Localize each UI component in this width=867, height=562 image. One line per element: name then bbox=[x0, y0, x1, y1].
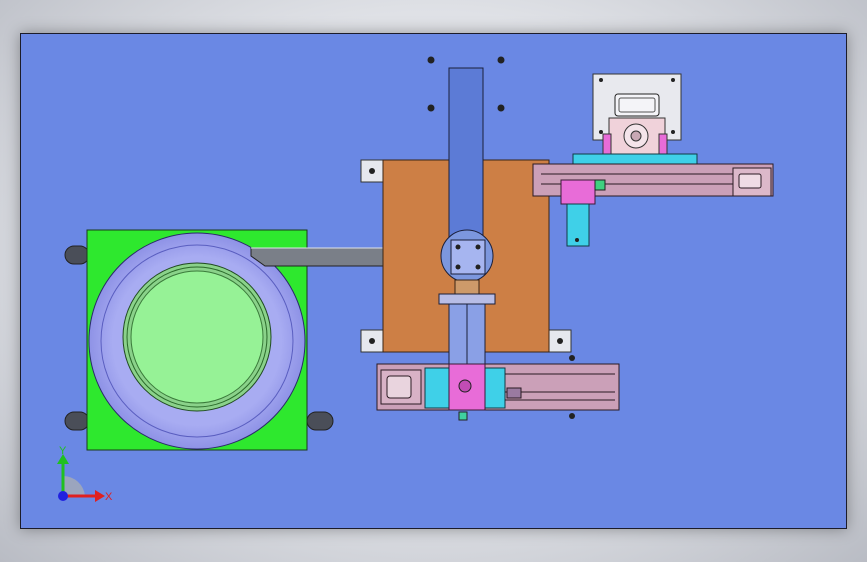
cad-viewport[interactable]: Y X bbox=[20, 33, 847, 529]
coordinate-triad: Y X bbox=[57, 445, 113, 503]
plate-bolt bbox=[369, 338, 375, 344]
slide-sensor bbox=[458, 411, 468, 421]
housing-bolt bbox=[671, 130, 675, 134]
slide-stop bbox=[506, 387, 522, 399]
feeder-foot-top-left bbox=[64, 245, 90, 265]
upper-linear-slide[interactable] bbox=[532, 163, 774, 247]
column-bolt bbox=[427, 104, 435, 112]
cad-scene[interactable]: Y X bbox=[21, 34, 848, 530]
upper-right-station[interactable] bbox=[572, 73, 698, 165]
plate-bolt bbox=[369, 168, 375, 174]
x-axis-label: X bbox=[105, 491, 113, 503]
column-bolt bbox=[497, 56, 505, 64]
arm-flange bbox=[450, 239, 486, 275]
housing-bolt bbox=[671, 78, 675, 82]
column-bolt bbox=[497, 104, 505, 112]
arm-coupler bbox=[454, 279, 480, 295]
column-bolt bbox=[427, 56, 435, 64]
z-axis-dot bbox=[58, 491, 68, 501]
housing-bolt bbox=[599, 78, 603, 82]
slide-bolt bbox=[569, 413, 575, 419]
y-axis-label: Y bbox=[59, 445, 67, 457]
gripper-top-plate bbox=[438, 293, 496, 305]
lower-linear-slide[interactable] bbox=[376, 355, 620, 421]
upper-slide-end-detail bbox=[738, 173, 762, 189]
upper-slide-sensor bbox=[594, 179, 606, 191]
station-base-bar bbox=[572, 153, 698, 165]
plate-bolt bbox=[557, 338, 563, 344]
flange-bolt bbox=[475, 244, 481, 250]
lower-slide-motor-cap bbox=[386, 375, 412, 399]
arm-column bbox=[448, 67, 484, 259]
station-window bbox=[614, 93, 660, 117]
feeder-foot-bottom-left bbox=[64, 411, 90, 431]
housing-bolt bbox=[599, 130, 603, 134]
station-clamp-right bbox=[658, 133, 668, 157]
flange-bolt bbox=[455, 244, 461, 250]
slide-bolt bbox=[569, 355, 575, 361]
station-clamp-left bbox=[602, 133, 612, 157]
carriage-screw bbox=[458, 379, 472, 393]
bowl-floor bbox=[130, 270, 264, 404]
flange-bolt bbox=[475, 264, 481, 270]
flange-bolt bbox=[455, 264, 461, 270]
station-motor-shaft bbox=[630, 130, 642, 142]
upper-slide-carriage bbox=[560, 179, 596, 205]
bracket-bolt bbox=[575, 238, 579, 242]
feeder-foot-bottom-right bbox=[306, 411, 334, 431]
x-axis-arrowhead bbox=[95, 490, 105, 502]
